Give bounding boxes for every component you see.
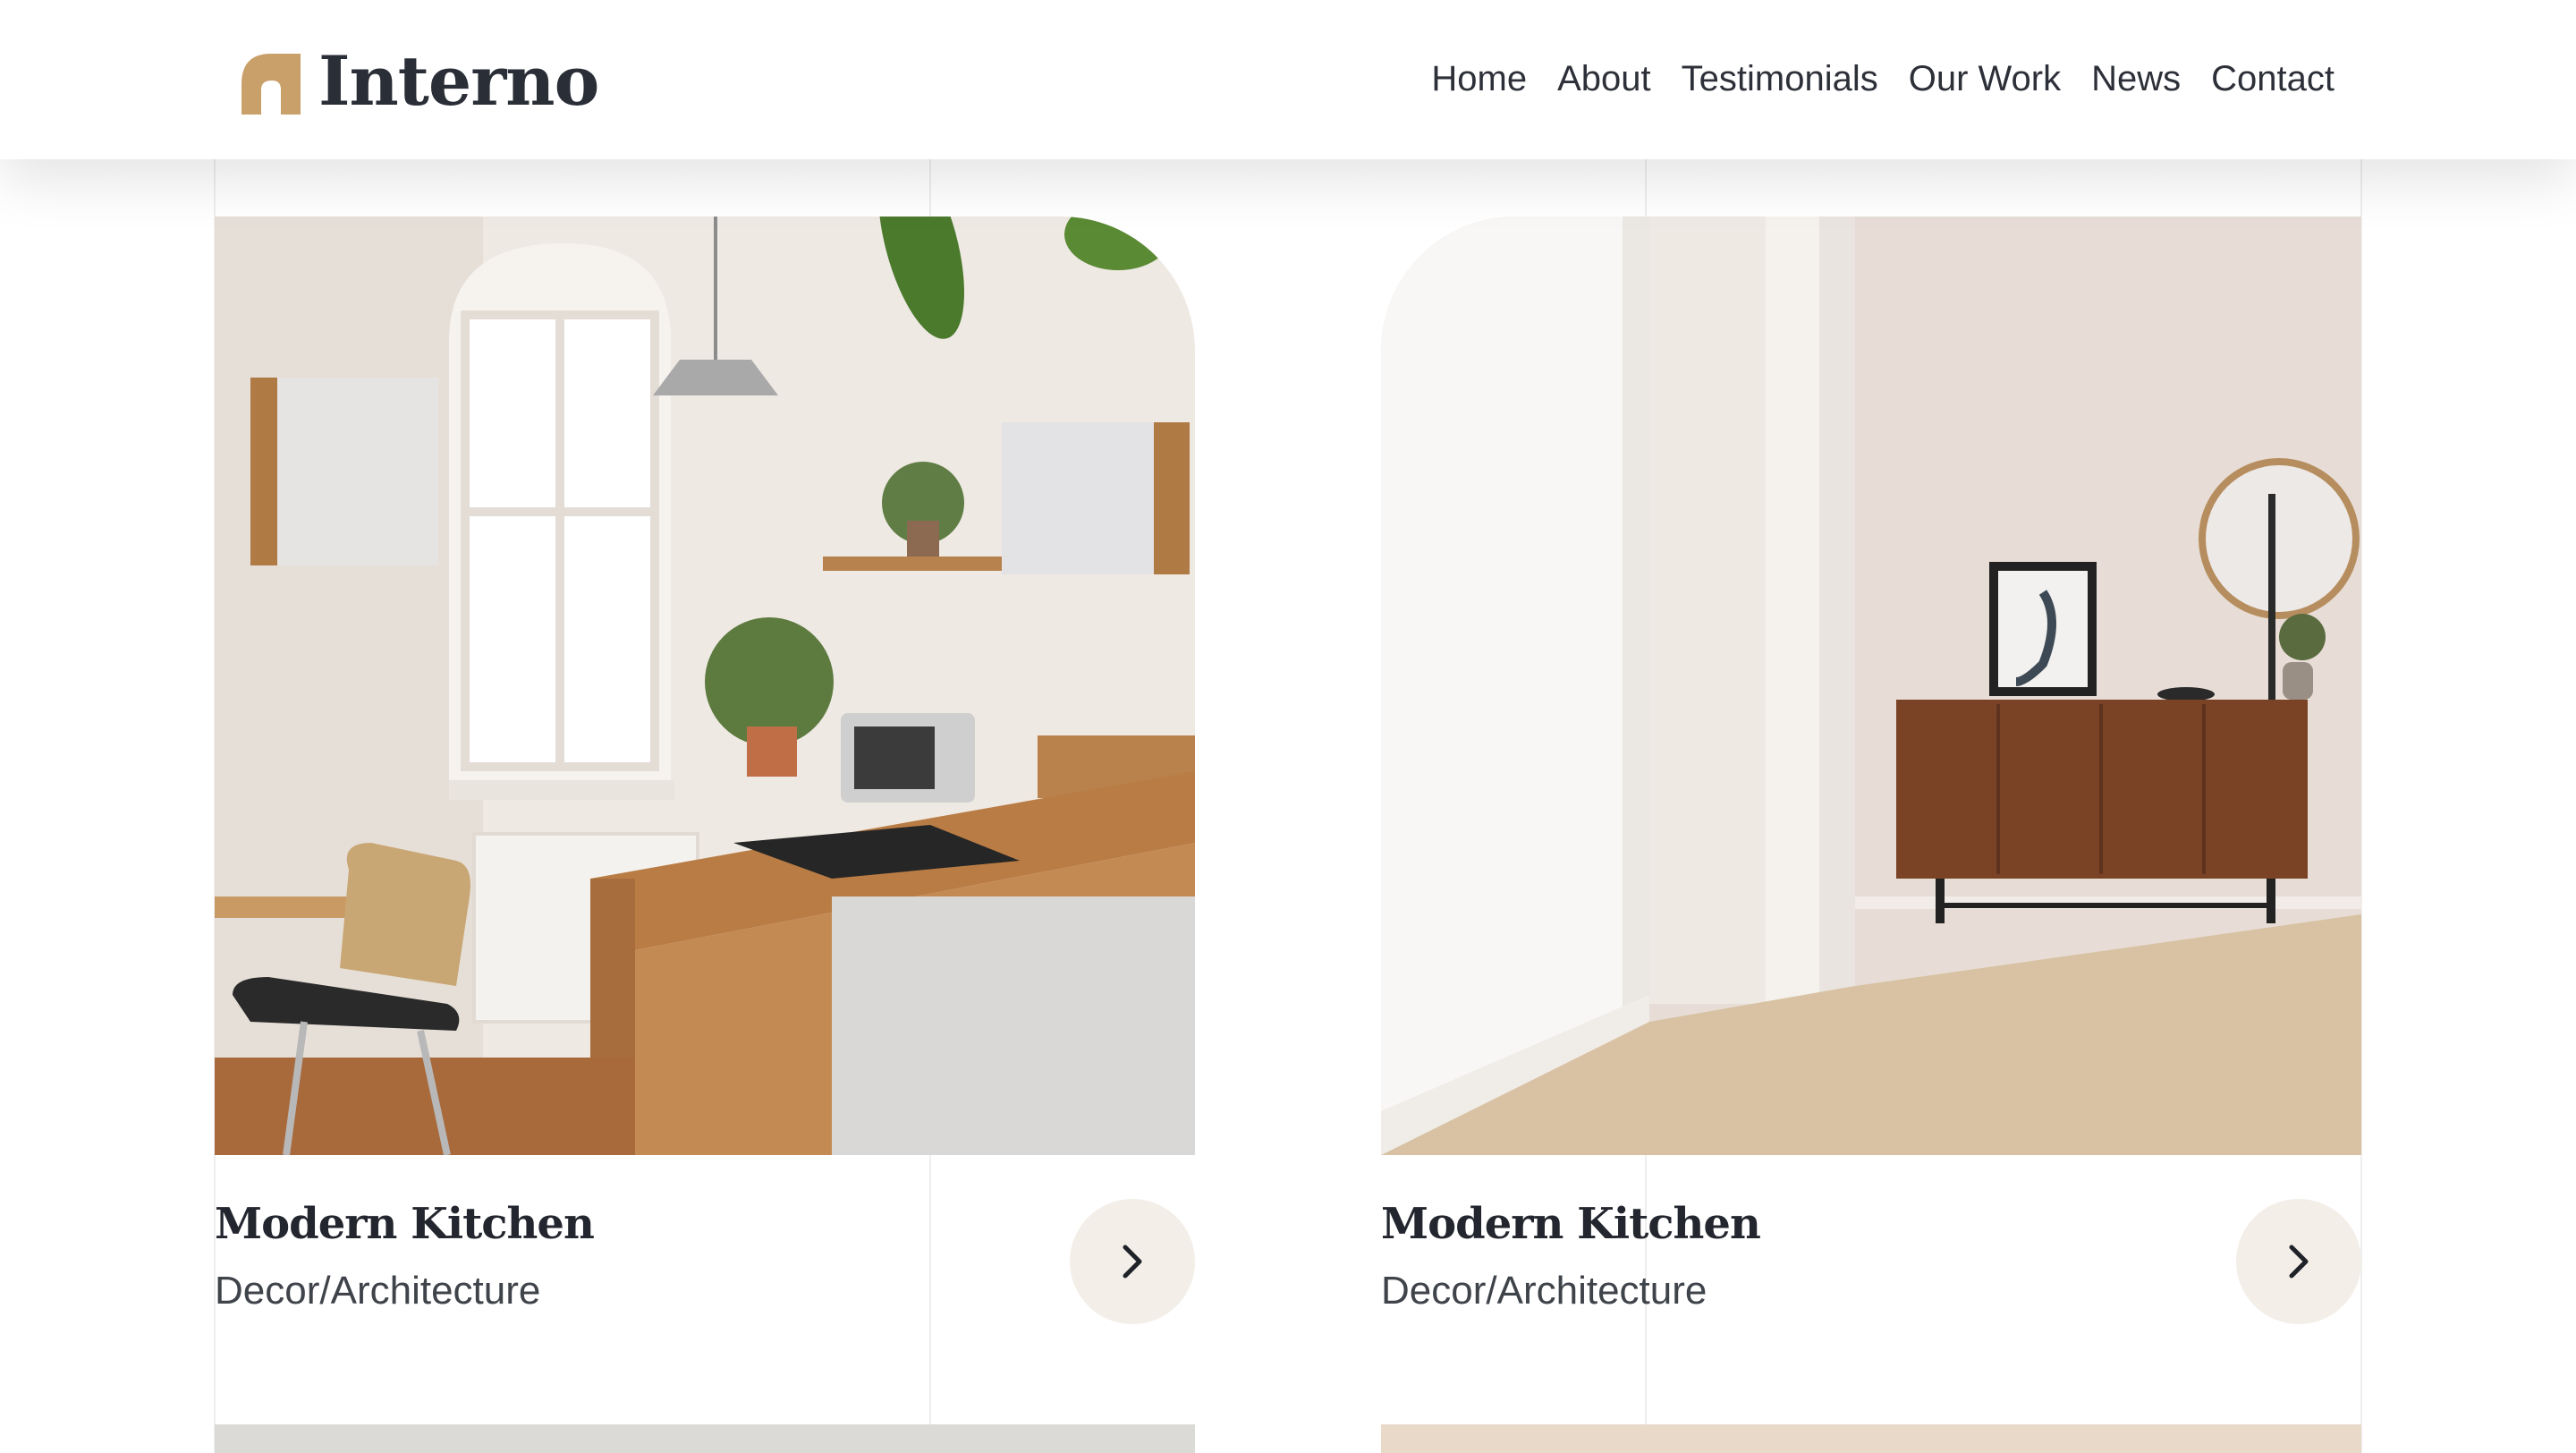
project-next-button[interactable] xyxy=(2236,1199,2361,1324)
logo-mark-icon xyxy=(242,54,301,115)
chevron-right-icon xyxy=(2289,1245,2309,1279)
nav-contact[interactable]: Contact xyxy=(2211,52,2334,106)
brand-name: Interno xyxy=(318,41,599,121)
page: Interno Home About Testimonials Our Work… xyxy=(0,0,2576,1453)
project-title[interactable]: Modern Kitchen xyxy=(1381,1199,1761,1249)
nav-testimonials[interactable]: Testimonials xyxy=(1682,52,1878,106)
logo[interactable]: Interno xyxy=(242,41,599,122)
site-header: Interno Home About Testimonials Our Work… xyxy=(0,0,2576,159)
project-next-button[interactable] xyxy=(1070,1199,1195,1324)
nav-home[interactable]: Home xyxy=(1431,52,1527,106)
project-category: Decor/Architecture xyxy=(215,1269,541,1313)
project-image-next-right[interactable] xyxy=(1381,1424,2361,1453)
living-room-photo xyxy=(1381,217,2361,1155)
main-nav: Home About Testimonials Our Work News Co… xyxy=(1431,52,2334,106)
nav-our-work[interactable]: Our Work xyxy=(1909,52,2061,106)
project-title[interactable]: Modern Kitchen xyxy=(215,1199,595,1249)
kitchen-photo xyxy=(215,217,1195,1155)
nav-news[interactable]: News xyxy=(2091,52,2181,106)
chevron-right-icon xyxy=(1123,1245,1142,1279)
project-image-living-room[interactable] xyxy=(1381,217,2361,1155)
nav-about[interactable]: About xyxy=(1557,52,1651,106)
project-category: Decor/Architecture xyxy=(1381,1269,1707,1313)
project-image-next-left[interactable] xyxy=(215,1424,1195,1453)
project-image-kitchen[interactable] xyxy=(215,217,1195,1155)
